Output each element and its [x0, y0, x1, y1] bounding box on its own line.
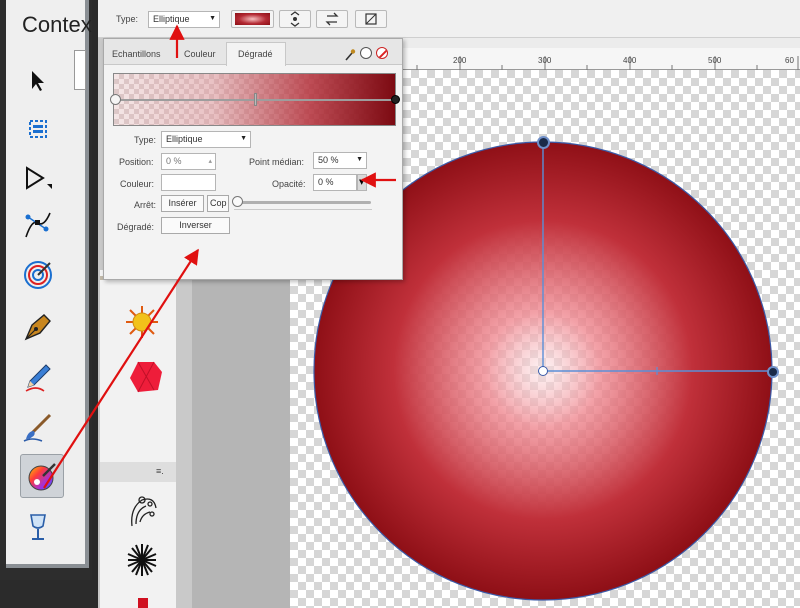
- tab-degrade[interactable]: Dégradé: [238, 49, 273, 59]
- chevron-down-icon: ▼: [359, 178, 365, 186]
- crop-frame-icon[interactable]: [17, 108, 59, 150]
- midpoint-value: 50 %: [318, 155, 339, 165]
- gradient-slider-line: [117, 99, 397, 101]
- pencil-icon[interactable]: [17, 356, 59, 398]
- dialog-type-label: Type:: [134, 135, 157, 145]
- chevron-down-icon: ▼: [209, 15, 216, 22]
- ruler-tick-label: 500: [708, 56, 722, 65]
- ruler-tick-label: 60: [785, 56, 794, 65]
- position-label: Position:: [119, 157, 154, 167]
- gradient-stop-start[interactable]: [110, 94, 121, 105]
- library-menu-icon[interactable]: ≡.: [156, 466, 164, 476]
- dialog-type-value: Elliptique: [166, 134, 203, 144]
- page-margin: [192, 270, 290, 608]
- brush-icon[interactable]: [17, 406, 59, 448]
- gradient-midpoint-marker[interactable]: [254, 93, 257, 106]
- midpoint-label: Point médian:: [249, 157, 305, 167]
- gradient-right-handle[interactable]: [767, 366, 779, 378]
- contour-target-icon[interactable]: [17, 254, 59, 296]
- color-label: Couleur:: [120, 179, 155, 189]
- gradient-top-handle[interactable]: [537, 136, 550, 149]
- ruler-strip: [400, 38, 800, 48]
- ruler-tick-label: 400: [623, 56, 637, 65]
- chevron-down-icon: ▼: [240, 135, 247, 142]
- dialog-type-dropdown[interactable]: Elliptique ▼: [161, 131, 251, 148]
- panel-field-edge: [74, 50, 86, 90]
- panel-title: Contex: [22, 12, 92, 37]
- type-dropdown[interactable]: Elliptique ▼: [148, 11, 220, 28]
- transform-gradient-button[interactable]: [355, 10, 387, 28]
- burst-clipart-icon[interactable]: [124, 540, 160, 584]
- invert-button[interactable]: Inverser: [161, 217, 230, 234]
- horizontal-ruler: 200 300 400 500 60: [400, 48, 800, 70]
- opacity-dropdown-button[interactable]: ▼: [357, 174, 367, 191]
- spinner-icon: ▴: [208, 158, 212, 165]
- fill-palette-icon[interactable]: [21, 456, 63, 498]
- transparency-glass-icon[interactable]: [17, 506, 59, 548]
- opacity-slider-line: [234, 209, 372, 210]
- no-color-circle-icon[interactable]: [360, 47, 372, 59]
- library-arrow-stub: [138, 598, 148, 608]
- gradient-label: Dégradé:: [117, 222, 155, 232]
- edit-gradient-button[interactable]: [279, 10, 311, 28]
- chevron-down-icon: ▼: [356, 156, 363, 163]
- sun-clipart-icon[interactable]: [124, 304, 160, 344]
- eyedropper-icon[interactable]: [344, 47, 356, 66]
- position-value: 0 %: [166, 156, 182, 166]
- gradient-swatch: [235, 13, 270, 25]
- gradient-center-handle[interactable]: [538, 366, 548, 376]
- ruler-tick-label: 200: [453, 56, 467, 65]
- none-color-icon[interactable]: [376, 47, 388, 59]
- tab-couleur[interactable]: Couleur: [184, 49, 216, 59]
- selection-arrow-icon[interactable]: [17, 60, 59, 102]
- bezier-node-icon[interactable]: [17, 204, 59, 246]
- gradient-swatch-button[interactable]: [231, 10, 274, 28]
- ruler-tick-label: 300: [538, 56, 552, 65]
- color-swatch-field[interactable]: [161, 174, 216, 191]
- library-toolbar: ≡.: [100, 462, 176, 482]
- insert-stop-button[interactable]: Insérer: [161, 195, 204, 212]
- type-label: Type:: [116, 14, 139, 24]
- copy-stop-button[interactable]: Cop: [207, 195, 229, 212]
- opacity-slider-track: [236, 201, 371, 204]
- opacity-value: 0 %: [318, 177, 334, 187]
- swap-gradient-button[interactable]: [316, 10, 348, 28]
- opacity-label: Opacité:: [272, 179, 306, 189]
- position-field[interactable]: 0 % ▴: [161, 153, 216, 170]
- stop-label: Arrêt:: [134, 200, 157, 210]
- opacity-slider-thumb[interactable]: [232, 196, 243, 207]
- opacity-field[interactable]: 0 %: [313, 174, 357, 191]
- tab-echantillons[interactable]: Echantillons: [112, 49, 161, 59]
- peacock-clipart-icon[interactable]: [126, 492, 160, 536]
- pen-nib-icon[interactable]: [17, 306, 59, 348]
- midpoint-field[interactable]: 50 % ▼: [313, 152, 367, 169]
- red-shape-clipart-icon[interactable]: [128, 360, 164, 398]
- type-dropdown-value: Elliptique: [153, 14, 190, 24]
- gradient-stop-end[interactable]: [391, 95, 400, 104]
- node-select-icon[interactable]: [17, 158, 59, 200]
